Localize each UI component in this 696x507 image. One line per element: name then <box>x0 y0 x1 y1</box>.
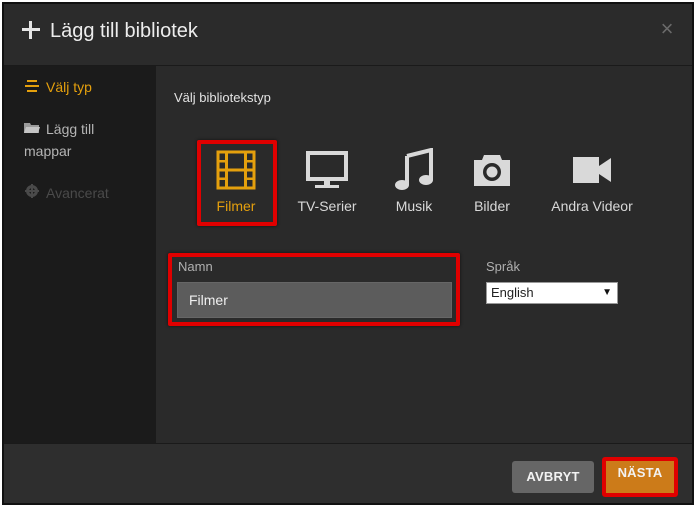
music-icon <box>382 146 446 192</box>
folder-icon <box>24 118 40 140</box>
dialog-footer: AVBRYT NÄSTA <box>4 443 692 503</box>
cancel-button[interactable]: AVBRYT <box>512 461 594 493</box>
movies-highlight-box <box>197 140 277 226</box>
language-label: Språk <box>486 259 520 274</box>
type-tv-shows[interactable]: TV-Serier <box>287 146 367 214</box>
sidebar-item-label: Välj typ <box>46 79 92 95</box>
type-music[interactable]: Musik <box>382 146 446 214</box>
type-label: Andra Videor <box>551 198 633 214</box>
tv-icon <box>287 146 367 192</box>
camera-icon <box>460 146 524 192</box>
type-label: TV-Serier <box>297 198 357 214</box>
sidebar-item-choose-type[interactable]: Välj typ <box>24 76 92 98</box>
sidebar-item-advanced: Avancerat <box>24 182 109 204</box>
dropdown-arrow-icon: ▼ <box>602 287 612 298</box>
plus-icon <box>22 21 40 39</box>
dialog-title: Lägg till bibliotek <box>50 20 198 42</box>
type-label: Bilder <box>474 198 510 214</box>
dialog-header: Lägg till bibliotek × <box>4 4 692 66</box>
type-photos[interactable]: Bilder <box>460 146 524 214</box>
list-icon <box>24 76 40 98</box>
section-title: Välj bibliotekstyp <box>174 90 271 105</box>
main-panel: Välj bibliotekstyp Filmer TV-Serier Musi… <box>156 66 692 443</box>
sidebar-item-label: Avancerat <box>46 185 109 201</box>
type-label: Musik <box>395 198 433 214</box>
close-icon[interactable]: × <box>658 18 676 40</box>
gear-icon <box>24 182 40 204</box>
add-library-dialog: Lägg till bibliotek × Välj typ Lägg till… <box>2 2 694 505</box>
type-other-videos[interactable]: Andra Videor <box>542 146 642 214</box>
video-camera-icon <box>542 146 642 192</box>
language-value: English <box>491 285 534 300</box>
sidebar-item-add-folders[interactable]: Lägg till mappar <box>24 118 144 162</box>
next-button[interactable]: NÄSTA <box>602 457 678 497</box>
language-select[interactable]: English ▼ <box>486 282 618 304</box>
name-highlight-box <box>168 253 460 326</box>
sidebar: Välj typ Lägg till mappar Avancerat <box>4 66 156 443</box>
